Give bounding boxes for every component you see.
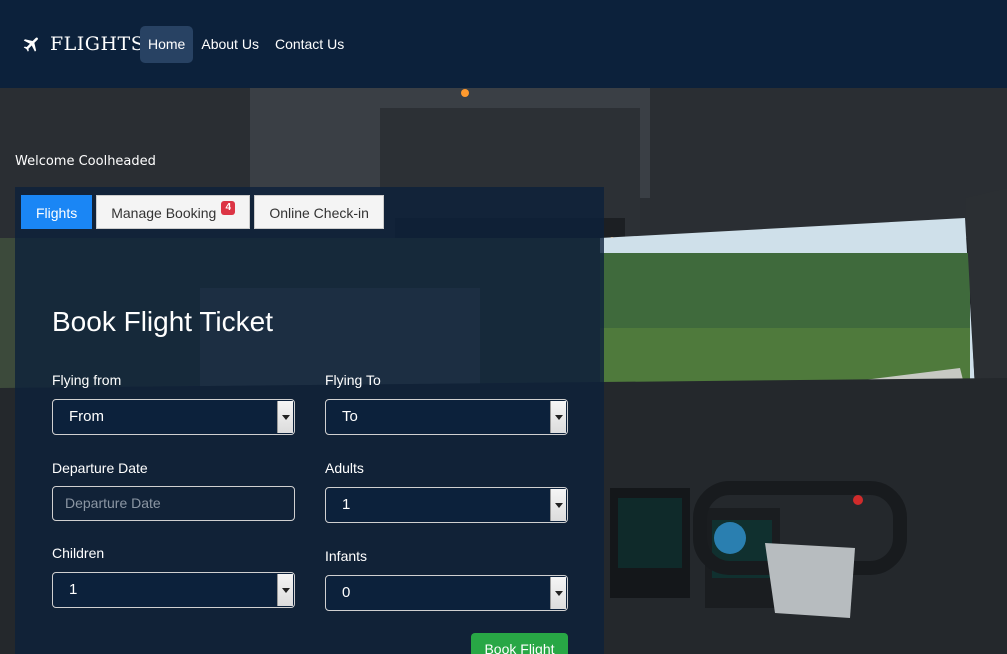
nav-menu: Home About Us Contact Us	[140, 26, 352, 63]
chevron-down-icon	[277, 574, 293, 606]
nav-home[interactable]: Home	[140, 26, 194, 63]
airplane-icon	[23, 37, 38, 52]
children-label: Children	[52, 545, 105, 561]
tab-flights[interactable]: Flights	[21, 195, 93, 229]
tab-flights-label: Flights	[36, 205, 78, 221]
brand-text: FLIGHTS	[50, 33, 145, 55]
flying-to-value: To	[342, 408, 358, 425]
adults-label: Adults	[325, 460, 364, 476]
flying-from-select[interactable]: From	[52, 399, 295, 435]
brand[interactable]: FLIGHTS	[22, 33, 144, 55]
chevron-down-icon	[550, 401, 566, 433]
departure-date-input[interactable]: Departure Date	[52, 486, 295, 521]
book-flight-button[interactable]: Book Flight	[471, 633, 568, 654]
nav-about-us[interactable]: About Us	[193, 26, 267, 63]
departure-date-label: Departure Date	[52, 460, 148, 476]
adults-select[interactable]: 1	[325, 487, 568, 523]
tab-manage-booking-label: Manage Booking	[111, 205, 217, 221]
flying-from-value: From	[69, 408, 104, 425]
infants-label: Infants	[325, 548, 368, 564]
tab-online-check-in[interactable]: Online Check-in	[254, 195, 384, 229]
children-select[interactable]: 1	[52, 572, 295, 608]
form-title: Book Flight Ticket	[52, 306, 273, 337]
booking-tabs: Flights Manage Booking 4 Online Check-in	[21, 195, 388, 229]
chevron-down-icon	[550, 577, 566, 609]
welcome-message: Welcome Coolheaded	[15, 154, 156, 169]
chevron-down-icon	[277, 401, 293, 433]
flying-to-label: Flying To	[325, 372, 381, 388]
tab-online-check-in-label: Online Check-in	[269, 205, 369, 221]
navbar: FLIGHTS Home About Us Contact Us	[0, 0, 1007, 88]
flying-from-label: Flying from	[52, 372, 122, 388]
adults-value: 1	[342, 496, 351, 513]
children-value: 1	[69, 581, 78, 598]
chevron-down-icon	[550, 489, 566, 521]
flying-to-select[interactable]: To	[325, 399, 568, 435]
tab-manage-booking[interactable]: Manage Booking 4	[96, 195, 251, 229]
nav-contact-us[interactable]: Contact Us	[267, 26, 352, 63]
infants-value: 0	[342, 584, 351, 601]
departure-date-placeholder: Departure Date	[65, 495, 161, 511]
notification-badge: 4	[221, 201, 236, 215]
infants-select[interactable]: 0	[325, 575, 568, 611]
